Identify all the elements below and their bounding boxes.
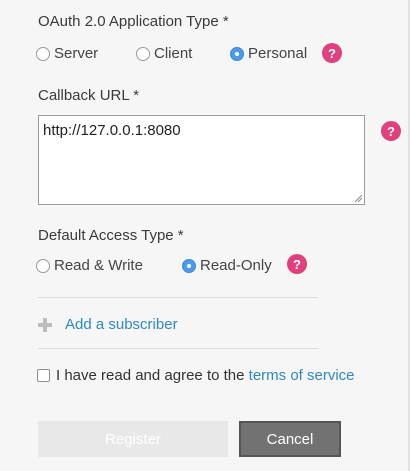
app-type-server-option[interactable]: Server — [36, 45, 136, 62]
add-subscriber-label: Add a subscriber — [65, 316, 178, 333]
app-type-personal-label: Personal — [248, 45, 308, 62]
callback-title: Callback URL * — [38, 87, 140, 104]
callback-url-field[interactable]: http://127.0.0.1:8080 — [38, 115, 365, 205]
access-type-radio-group: Read & Write Read-Only — [36, 257, 272, 274]
divider — [38, 297, 318, 298]
app-type-client-option[interactable]: Client — [136, 45, 230, 62]
terms-link[interactable]: terms of service — [249, 367, 355, 384]
add-subscriber-button[interactable]: Add a subscriber — [38, 316, 178, 333]
register-button[interactable]: Register — [38, 421, 228, 457]
app-type-radio-group: Server Client Personal — [36, 45, 307, 62]
cancel-button[interactable]: Cancel — [239, 421, 341, 457]
access-type-help-icon[interactable]: ? — [287, 254, 307, 274]
app-type-help-icon[interactable]: ? — [322, 43, 342, 63]
access-read-write-radio[interactable] — [36, 258, 50, 273]
app-type-server-label: Server — [54, 45, 99, 62]
app-type-personal-radio[interactable] — [230, 46, 244, 61]
callback-help-icon[interactable]: ? — [381, 121, 401, 141]
app-type-client-radio[interactable] — [136, 46, 150, 61]
access-type-title: Default Access Type * — [38, 227, 184, 244]
access-read-only-radio[interactable] — [182, 258, 196, 273]
terms-checkbox[interactable] — [37, 369, 50, 382]
access-read-write-label: Read & Write — [54, 257, 143, 274]
access-read-write-option[interactable]: Read & Write — [36, 257, 182, 274]
app-type-title: OAuth 2.0 Application Type * — [38, 13, 229, 30]
terms-agreement: I have read and agree to the terms of se… — [37, 367, 355, 384]
app-type-client-label: Client — [154, 45, 193, 62]
access-read-only-option[interactable]: Read-Only — [182, 257, 272, 274]
terms-text: I have read and agree to the — [56, 367, 249, 384]
plus-icon — [38, 317, 52, 332]
access-read-only-label: Read-Only — [200, 257, 272, 274]
resize-grip-icon[interactable] — [353, 193, 363, 203]
app-type-server-radio[interactable] — [36, 46, 50, 61]
app-type-personal-option[interactable]: Personal — [230, 45, 307, 62]
divider — [38, 348, 318, 349]
